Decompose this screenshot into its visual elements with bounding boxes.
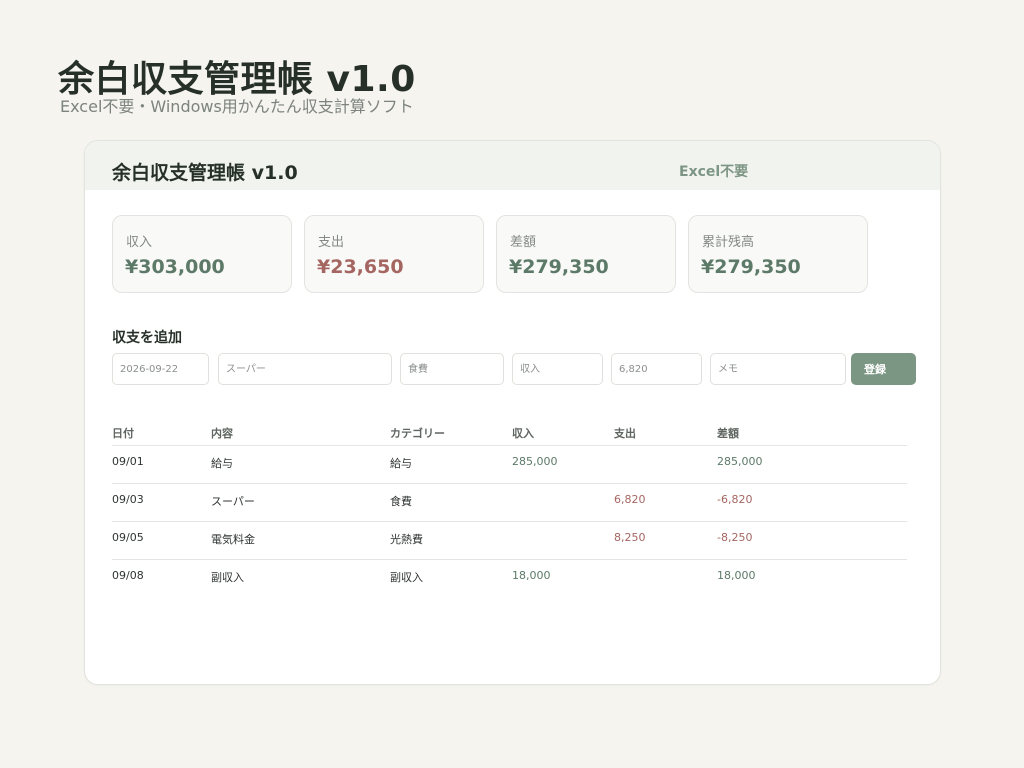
row-difference: -8,250 [717,531,753,544]
register-button[interactable]: 登録 [851,353,916,385]
table-row[interactable]: 09/03 スーパー 食費 6,820 -6,820 [112,484,907,522]
row-income: 285,000 [512,455,558,468]
page-subtitle: Excel不要・Windows用かんたん収支計算ソフト [60,97,414,116]
difference-card-value: ¥279,350 [509,256,609,278]
row-date: 09/05 [112,531,144,544]
row-description: 給与 [211,457,233,470]
window-header: 余白収支管理帳 v1.0 Excel不要 [85,141,940,190]
app-window: 余白収支管理帳 v1.0 Excel不要 収入 ¥303,000 支出 ¥23,… [84,140,941,685]
row-description: 副収入 [211,571,244,584]
row-category: 食費 [390,495,412,508]
amount-input[interactable] [611,353,702,385]
category-input[interactable] [400,353,504,385]
balance-card-label: 累計残高 [702,235,755,250]
row-description: スーパー [211,495,255,508]
table-row[interactable]: 09/01 給与 給与 285,000 285,000 [112,446,907,484]
row-income: 18,000 [512,569,551,582]
row-date: 09/01 [112,455,144,468]
add-entry-title: 収支を追加 [112,330,182,346]
header-category: カテゴリー [390,427,445,440]
difference-card-label: 差額 [510,235,537,250]
window-title: 余白収支管理帳 v1.0 [112,162,298,184]
balance-summary-card: 累計残高 ¥279,350 [688,215,868,293]
transactions-table: 日付 内容 カテゴリー 収入 支出 差額 09/01 給与 給与 285,000… [112,417,907,598]
row-category: 給与 [390,457,412,470]
row-difference: 285,000 [717,455,763,468]
expense-card-value: ¥23,650 [317,256,404,278]
row-category: 副収入 [390,571,423,584]
table-row[interactable]: 09/05 電気料金 光熱費 8,250 -8,250 [112,522,907,560]
row-category: 光熱費 [390,533,423,546]
type-input[interactable] [512,353,603,385]
income-card-label: 収入 [126,235,153,250]
difference-summary-card: 差額 ¥279,350 [496,215,676,293]
expense-summary-card: 支出 ¥23,650 [304,215,484,293]
header-income: 収入 [512,427,534,440]
table-row[interactable]: 09/08 副収入 副収入 18,000 18,000 [112,560,907,598]
header-description: 内容 [211,427,233,440]
memo-input[interactable] [710,353,846,385]
row-expense: 8,250 [614,531,646,544]
row-difference: 18,000 [717,569,756,582]
row-difference: -6,820 [717,493,753,506]
header-difference: 差額 [717,427,739,440]
row-date: 09/08 [112,569,144,582]
row-expense: 6,820 [614,493,646,506]
header-date: 日付 [112,427,134,440]
balance-card-value: ¥279,350 [701,256,801,278]
header-expense: 支出 [614,427,636,440]
table-header: 日付 内容 カテゴリー 収入 支出 差額 [112,417,907,446]
row-description: 電気料金 [211,533,255,546]
income-summary-card: 収入 ¥303,000 [112,215,292,293]
expense-card-label: 支出 [318,235,345,250]
date-input[interactable] [112,353,209,385]
row-date: 09/03 [112,493,144,506]
description-input[interactable] [218,353,392,385]
income-card-value: ¥303,000 [125,256,225,278]
excel-free-badge: Excel不要 [679,164,749,180]
